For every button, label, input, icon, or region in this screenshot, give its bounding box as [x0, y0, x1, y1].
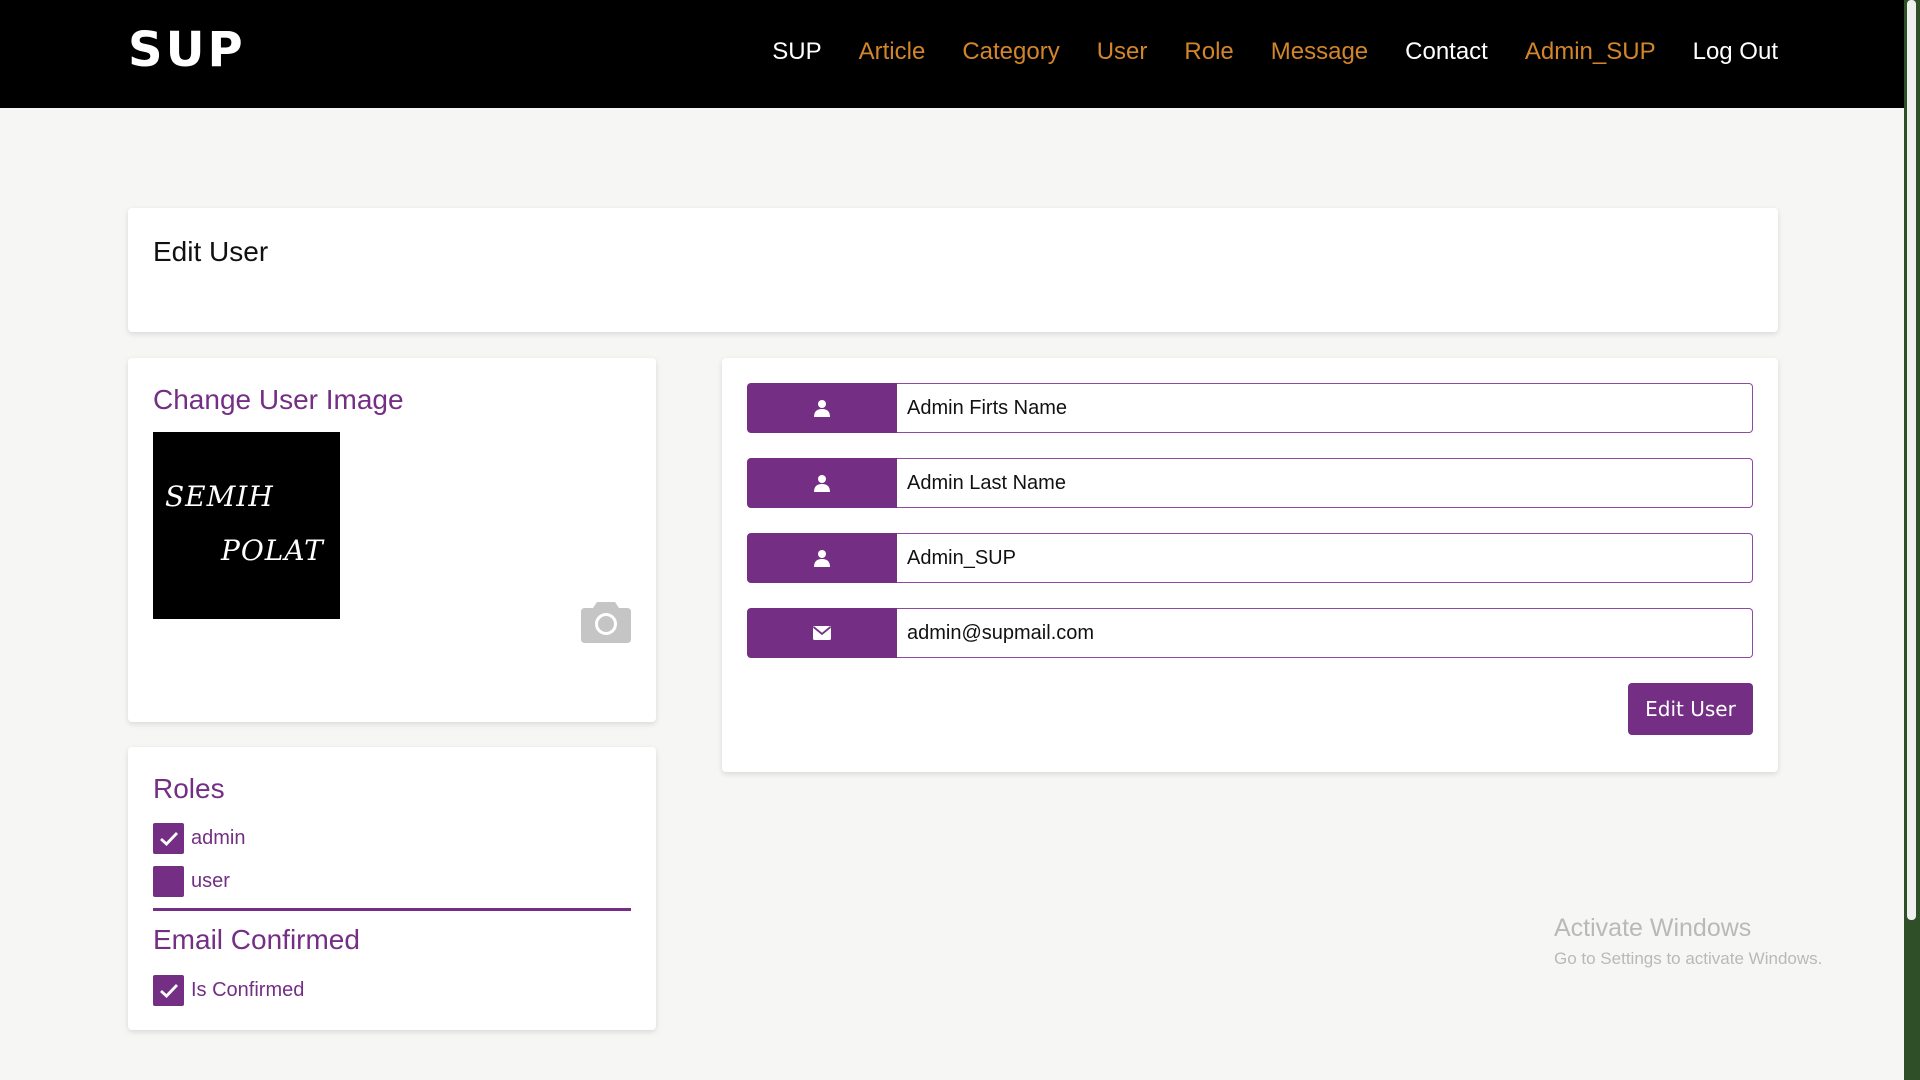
role-user-label: user [191, 870, 230, 892]
camera-icon[interactable] [580, 598, 632, 644]
page-header-card: Edit User [128, 208, 1778, 332]
roles-card: Roles admin user Email Confirmed Is Conf… [128, 747, 656, 1030]
user-image-card: Change User Image SEMIH POLAT [128, 358, 656, 722]
last-name-addon [747, 458, 897, 508]
role-user-row: user [153, 866, 230, 897]
avatar-text-line-2: POLAT [220, 534, 325, 567]
nav-link-contact[interactable]: Contact [1405, 38, 1488, 72]
page-scrollbar[interactable] [1904, 0, 1920, 1080]
windows-activation-watermark: Activate Windows Go to Settings to activ… [1554, 914, 1822, 969]
first-name-input[interactable] [897, 383, 1753, 433]
username-input[interactable] [897, 533, 1753, 583]
roles-divider [153, 908, 631, 911]
user-avatar-image: SEMIH POLAT [153, 432, 340, 619]
email-group [747, 608, 1753, 658]
username-addon [747, 533, 897, 583]
last-name-group [747, 458, 1753, 508]
scrollbar-thumb[interactable] [1907, 0, 1916, 920]
change-image-heading: Change User Image [153, 384, 404, 415]
nav-link-admin-profile[interactable]: Admin_SUP [1525, 38, 1656, 72]
nav-link-user[interactable]: User [1097, 38, 1148, 72]
role-user-checkbox[interactable] [153, 866, 184, 897]
nav-link-sup[interactable]: SUP [772, 38, 821, 72]
email-addon [747, 608, 897, 658]
role-admin-row: admin [153, 823, 245, 854]
user-icon [814, 475, 830, 492]
nav-link-role[interactable]: Role [1184, 38, 1233, 72]
watermark-title: Activate Windows [1554, 914, 1752, 942]
avatar-text-line-1: SEMIH [165, 480, 274, 513]
user-form-card: Edit User [722, 358, 1778, 772]
avatar-artwork: SEMIH POLAT [165, 480, 325, 567]
navbar: SUP SUP Article Category User Role Messa… [0, 0, 1904, 108]
first-name-group [747, 383, 1753, 433]
email-confirmed-checkbox[interactable] [153, 975, 184, 1006]
username-group [747, 533, 1753, 583]
nav-link-category[interactable]: Category [962, 38, 1059, 72]
role-admin-checkbox[interactable] [153, 823, 184, 854]
user-icon [814, 400, 830, 417]
email-input[interactable] [897, 608, 1753, 658]
check-icon [159, 983, 178, 998]
last-name-input[interactable] [897, 458, 1753, 508]
check-icon [159, 831, 178, 846]
first-name-addon [747, 383, 897, 433]
page-title: Edit User [153, 236, 269, 267]
watermark-subtitle: Go to Settings to activate Windows. [1554, 949, 1823, 968]
email-confirmed-row: Is Confirmed [153, 975, 304, 1006]
nav-links: SUP Article Category User Role Message C… [772, 38, 1778, 72]
roles-heading: Roles [153, 773, 225, 804]
nav-link-article[interactable]: Article [859, 38, 926, 72]
email-confirmed-label: Is Confirmed [191, 979, 305, 1001]
role-admin-label: admin [191, 827, 246, 849]
edit-user-button[interactable]: Edit User [1628, 683, 1753, 735]
nav-link-logout[interactable]: Log Out [1693, 38, 1778, 72]
user-icon [814, 550, 830, 567]
brand-logo[interactable]: SUP [128, 22, 246, 78]
email-confirmed-heading: Email Confirmed [153, 924, 360, 955]
envelope-icon [813, 626, 831, 640]
nav-link-message[interactable]: Message [1271, 38, 1368, 72]
